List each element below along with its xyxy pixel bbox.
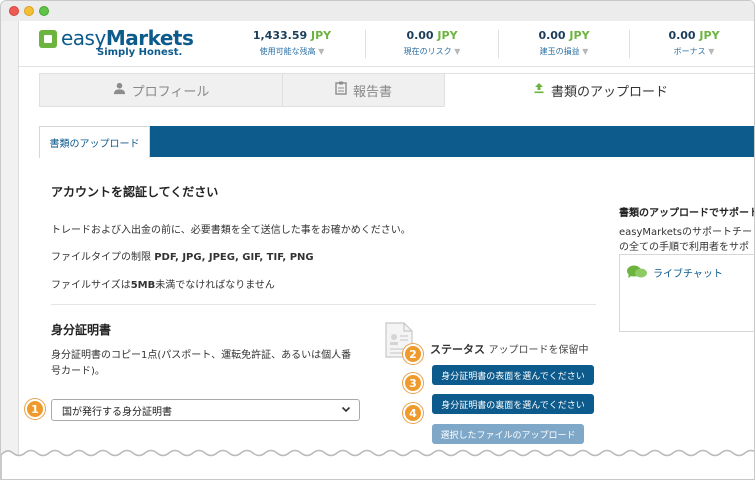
stat-currency: JPY: [699, 29, 720, 42]
stat-available-balance[interactable]: 1,433.59 JPY 使用可能な残高 ▼: [237, 29, 347, 63]
header-divider: [629, 30, 630, 58]
main-tabs: プロフィール 報告書 書類のアップロード: [39, 73, 754, 107]
tab-reports[interactable]: 報告書: [282, 73, 445, 107]
stat-position-pnl[interactable]: 0.00 JPY 建玉の損益 ▼: [509, 29, 619, 63]
stat-label: 建玉の損益: [539, 47, 580, 56]
chat-bubble-icon: [627, 265, 647, 278]
select-value: 国が発行する身分証明書: [62, 406, 172, 418]
filetype-text: ファイルタイプの制限 PDF, JPG, JPEG, GIF, TIF, PNG: [51, 248, 314, 263]
id-section-title: 身分証明書: [51, 323, 112, 337]
step-badge-3: 3: [403, 373, 423, 393]
section-divider: [51, 304, 596, 305]
select-back-button[interactable]: 身分証明書の裏面を選んでください: [432, 394, 594, 414]
header-divider: [498, 30, 499, 58]
live-chat-box: ライブチャット: [619, 254, 754, 332]
section-tab-upload[interactable]: 書類のアップロード: [39, 126, 150, 158]
filetype-prefix: ファイルタイプの制限: [51, 252, 155, 263]
step-badge-2: 2: [403, 344, 423, 364]
step-badge-4: 4: [403, 403, 423, 423]
close-window-icon[interactable]: [9, 6, 19, 16]
window-titlebar: [1, 1, 754, 21]
stat-value: 1,433.59: [252, 29, 308, 42]
status-key: ステータス: [430, 343, 485, 356]
chevron-down-icon: [341, 404, 351, 417]
id-section-description: 身分証明書のコピー1点(パスポート、運転免許証、あるいは個人番号カード)。: [51, 350, 352, 377]
tab-label: プロフィール: [131, 84, 210, 100]
stat-currency: JPY: [437, 29, 458, 42]
caret-down-icon: ▼: [708, 47, 715, 56]
stat-value: 0.00: [668, 29, 696, 42]
account-page: easyMarkets Simply Honest. 1,433.59 JPY …: [18, 21, 755, 479]
torn-edge-decoration: [1, 449, 754, 479]
caret-down-icon: ▼: [318, 47, 325, 56]
stat-current-risk[interactable]: 0.00 JPY 現在のリスク ▼: [377, 29, 487, 63]
select-front-button[interactable]: 身分証明書の表面を選んでください: [432, 365, 594, 385]
live-chat-link[interactable]: ライブチャット: [653, 265, 723, 280]
filesize-text: ファイルサイズは5MB未満でなければなりません: [51, 276, 275, 291]
upload-status: ステータス アップロードを保留中: [430, 341, 589, 357]
stat-currency: JPY: [311, 29, 332, 42]
section-tab-bar: 書類のアップロード: [39, 126, 754, 158]
id-type-select[interactable]: 国が発行する身分証明書: [51, 399, 360, 421]
tab-profile[interactable]: プロフィール: [39, 73, 283, 107]
filesize-value: 5MB: [130, 280, 156, 291]
stat-bonus[interactable]: 0.00 JPY ボーナス ▼: [639, 29, 749, 63]
logo-icon: [39, 30, 57, 48]
filesize-prefix: ファイルサイズは: [51, 280, 131, 291]
browser-window: easyMarkets Simply Honest. 1,433.59 JPY …: [0, 0, 755, 480]
clipboard-icon: [335, 81, 347, 99]
tab-document-upload[interactable]: 書類のアップロード: [444, 73, 754, 107]
stat-currency: JPY: [569, 29, 590, 42]
stat-value: 0.00: [538, 29, 566, 42]
support-text-line-2: の全ての手順で利用者をサポ: [619, 242, 749, 253]
logo-tagline: Simply Honest.: [97, 47, 183, 58]
tab-label: 報告書: [352, 84, 392, 100]
tab-label: 書類のアップロード: [550, 84, 668, 100]
filetype-list: PDF, JPG, JPEG, GIF, TIF, PNG: [154, 252, 314, 263]
caret-down-icon: ▼: [582, 47, 589, 56]
status-value: アップロードを保留中: [488, 345, 589, 356]
stat-label: 使用可能な残高: [259, 47, 316, 56]
zoom-window-icon[interactable]: [39, 6, 49, 16]
support-text-line-1: easyMarketsのサポートチー: [619, 227, 752, 238]
user-icon: [113, 82, 126, 99]
support-title: 書類のアップロードでサポート: [619, 208, 755, 219]
step-badge-1: 1: [25, 399, 45, 419]
filesize-suffix: 未満でなければなりません: [155, 280, 275, 291]
caret-down-icon: ▼: [454, 47, 461, 56]
header-divider: [365, 30, 366, 58]
minimize-window-icon[interactable]: [24, 6, 34, 16]
site-header: easyMarkets Simply Honest. 1,433.59 JPY …: [19, 21, 754, 67]
stat-value: 0.00: [406, 29, 434, 42]
page-title: アカウントを認証してください: [51, 185, 219, 199]
stat-label: 現在のリスク: [403, 47, 452, 56]
upload-icon: [533, 82, 545, 98]
stat-label: ボーナス: [673, 47, 706, 56]
intro-text: トレードおよび入出金の前に、必要書類を全て送信した事をお確かめください。: [51, 225, 411, 236]
